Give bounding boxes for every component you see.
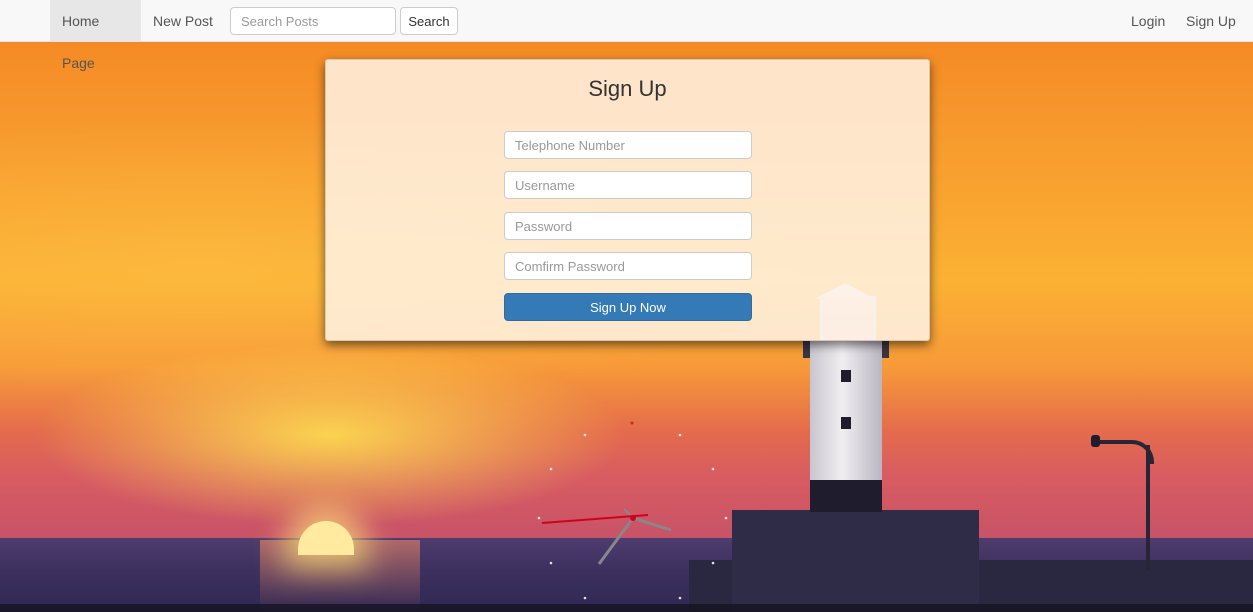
lighthouse-band xyxy=(810,480,882,512)
clock-tick xyxy=(630,421,634,425)
lighthouse-window xyxy=(841,370,851,382)
street-lamp-pole xyxy=(1146,445,1150,570)
signup-panel: Sign Up Sign Up Now xyxy=(325,59,930,341)
search-posts-input[interactable] xyxy=(230,7,396,35)
search-button[interactable]: Search xyxy=(400,7,458,35)
clock-tick xyxy=(549,467,553,471)
clock-minute-hand xyxy=(597,517,635,565)
clock-tick xyxy=(583,596,587,600)
clock-tick xyxy=(711,467,715,471)
nav-home-page[interactable]: Home Page xyxy=(50,0,141,71)
clock-tick xyxy=(678,596,682,600)
clock-tick xyxy=(724,516,728,520)
street-lamp-head xyxy=(1091,435,1100,447)
clock-hour-hand xyxy=(632,516,672,532)
sign-up-now-button[interactable]: Sign Up Now xyxy=(504,293,752,321)
clock-tick xyxy=(711,561,715,565)
clock-center xyxy=(630,515,636,521)
lighthouse-window xyxy=(841,417,851,429)
nav-new-post[interactable]: New Post xyxy=(141,0,225,42)
clock-tick xyxy=(549,561,553,565)
nav-sign-up[interactable]: Sign Up xyxy=(1174,0,1248,42)
pier xyxy=(732,510,979,612)
clock-widget xyxy=(537,421,728,600)
clock-tick xyxy=(678,433,682,437)
signup-title: Sign Up xyxy=(588,76,667,101)
clock-tick xyxy=(583,433,587,437)
clock-tick xyxy=(537,516,541,520)
password-field[interactable] xyxy=(504,212,752,240)
top-navbar: Home Page New Post Search Login Sign Up xyxy=(0,0,1253,71)
confirm-password-field[interactable] xyxy=(504,252,752,280)
telephone-number-field[interactable] xyxy=(504,131,752,159)
username-field[interactable] xyxy=(504,171,752,199)
nav-login[interactable]: Login xyxy=(1119,0,1177,42)
